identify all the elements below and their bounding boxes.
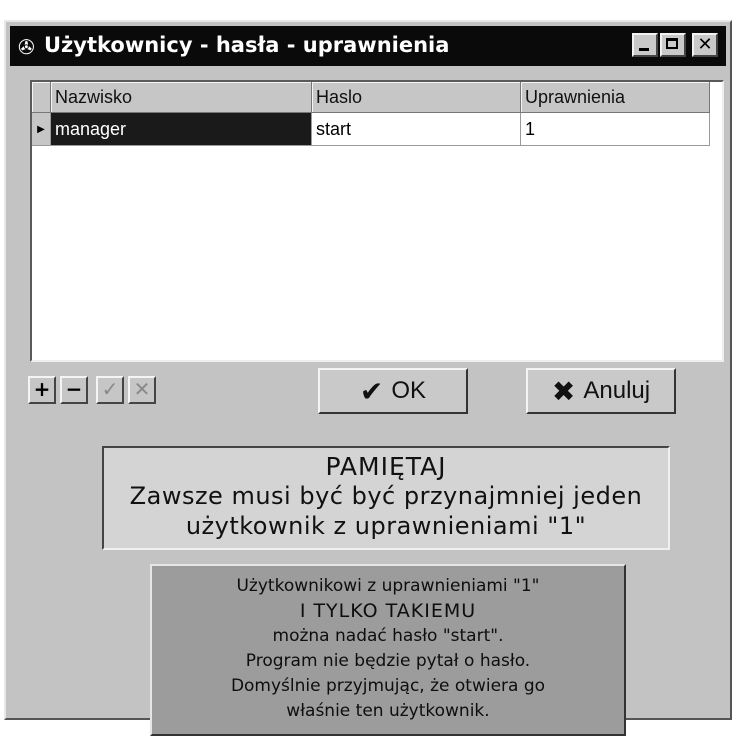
reminder-line: Zawsze musi być być przynajmniej jeden bbox=[129, 482, 643, 510]
table-row[interactable]: ▶ manager start 1 bbox=[32, 112, 710, 146]
close-icon: ✕ bbox=[697, 34, 713, 55]
cancel-button[interactable]: ✖ Anuluj bbox=[526, 368, 676, 414]
reminder-heading: PAMIĘTAJ bbox=[325, 452, 447, 481]
key-icon: ✇ bbox=[18, 37, 35, 59]
cancel-edit-button[interactable]: ✕ bbox=[128, 376, 156, 404]
users-window: ✇ Użytkownicy - hasła - uprawnienia ✕ Na… bbox=[4, 20, 732, 736]
add-record-button[interactable]: + bbox=[28, 376, 56, 404]
row-indicator-icon[interactable]: ▶ bbox=[32, 112, 51, 146]
info-line: Program nie będzie pytał o hasło. bbox=[245, 651, 531, 671]
maximize-button[interactable] bbox=[660, 33, 686, 57]
reminder-panel: PAMIĘTAJ Zawsze musi być być przynajmnie… bbox=[102, 446, 670, 550]
cell-uprawnienia[interactable]: 1 bbox=[520, 112, 710, 146]
minimize-button[interactable] bbox=[632, 33, 658, 57]
reminder-line: użytkownik z uprawnieniami "1" bbox=[185, 512, 587, 540]
info-line: można nadać hasło "start". bbox=[272, 626, 504, 646]
column-header-nazwisko[interactable]: Nazwisko bbox=[50, 82, 312, 113]
cross-icon: ✕ bbox=[133, 377, 151, 401]
cancel-button-label: Anuluj bbox=[583, 377, 651, 404]
close-button[interactable]: ✕ bbox=[692, 33, 718, 57]
delete-record-button[interactable]: − bbox=[60, 376, 88, 404]
title-bar[interactable]: ✇ Użytkownicy - hasła - uprawnienia ✕ bbox=[10, 26, 726, 66]
checkmark-icon: ✔ bbox=[359, 374, 384, 408]
checkmark-icon: ✓ bbox=[101, 377, 119, 401]
table-header-row: Nazwisko Haslo Uprawnienia bbox=[32, 82, 710, 113]
info-line: Użytkownikowi z uprawnieniami "1" bbox=[236, 576, 540, 596]
indicator-header bbox=[32, 82, 51, 113]
info-line: właśnie ten użytkownik. bbox=[286, 701, 490, 721]
post-record-button[interactable]: ✓ bbox=[96, 376, 124, 404]
ok-button-label: OK bbox=[391, 377, 427, 404]
cell-haslo[interactable]: start bbox=[311, 112, 521, 146]
users-table: Nazwisko Haslo Uprawnienia ▶ manager sta… bbox=[32, 82, 710, 146]
cell-nazwisko[interactable]: manager bbox=[50, 112, 312, 146]
info-line: Domyślnie przyjmując, że otwiera go bbox=[230, 676, 546, 696]
column-header-haslo[interactable]: Haslo bbox=[311, 82, 521, 113]
plus-icon: + bbox=[33, 377, 51, 401]
ok-button[interactable]: ✔ OK bbox=[318, 368, 468, 414]
close-icon: ✖ bbox=[551, 374, 576, 408]
window-title: Użytkownicy - hasła - uprawnienia bbox=[44, 33, 450, 57]
column-header-uprawnienia[interactable]: Uprawnienia bbox=[520, 82, 710, 113]
info-panel: Użytkownikowi z uprawnieniami "1" I TYLK… bbox=[150, 564, 626, 736]
minus-icon: − bbox=[65, 377, 83, 401]
users-grid[interactable]: Nazwisko Haslo Uprawnienia ▶ manager sta… bbox=[30, 80, 724, 362]
info-line: I TYLKO TAKIEMU bbox=[299, 600, 477, 622]
window-controls: ✕ bbox=[632, 33, 718, 57]
